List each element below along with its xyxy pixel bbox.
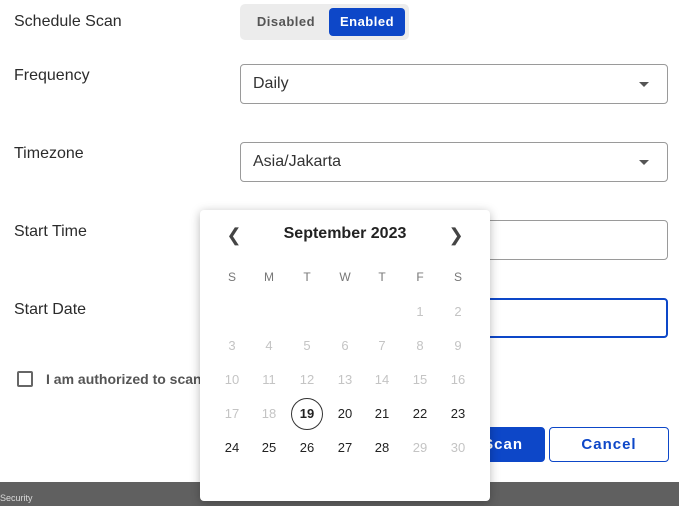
start-date-label: Start Date	[14, 301, 87, 318]
calendar-day: 1	[416, 304, 424, 319]
calendar-day[interactable]: 22	[404, 398, 436, 430]
authorization-text: I am authorized to scan t	[46, 371, 211, 387]
enabled-option[interactable]: Enabled	[329, 8, 405, 36]
calendar-day: 3	[228, 338, 236, 353]
date-picker-popup: ❮ September 2023 ❯ S M T W T F S 1 2 3 4 5 6 7 8 9 10 11 1…	[200, 210, 490, 501]
schedule-toggle[interactable]: Disabled Enabled	[240, 4, 409, 40]
chevron-right-icon[interactable]: ❯	[444, 224, 468, 246]
calendar-day: 30	[450, 440, 466, 455]
frequency-value: Daily	[253, 75, 289, 92]
calendar-day[interactable]: 24	[216, 432, 248, 464]
frequency-select[interactable]: Daily	[240, 64, 668, 104]
calendar-day: 9	[454, 338, 462, 353]
weekday-header: W	[339, 270, 351, 284]
timezone-value: Asia/Jakarta	[253, 153, 342, 170]
calendar-day[interactable]: 25	[253, 432, 285, 464]
calendar-day-today[interactable]: 19	[291, 398, 323, 430]
authorization-checkbox[interactable]	[17, 371, 33, 387]
weekday-header: S	[227, 270, 236, 284]
calendar-day: 29	[412, 440, 428, 455]
calendar-day[interactable]: 26	[291, 432, 323, 464]
weekday-header: T	[303, 270, 311, 284]
calendar-day[interactable]: 21	[366, 398, 398, 430]
start-time-label: Start Time	[14, 223, 87, 240]
dropdown-arrow-icon	[639, 82, 649, 87]
calendar-day[interactable]: 27	[329, 432, 361, 464]
calendar-day: 14	[374, 372, 390, 387]
calendar-day: 15	[412, 372, 428, 387]
calendar-day: 6	[341, 338, 349, 353]
weekday-header: S	[453, 270, 462, 284]
calendar-day: 17	[224, 406, 240, 421]
calendar-day: 11	[262, 372, 276, 387]
calendar-day: 16	[450, 372, 466, 387]
calendar-day: 8	[416, 338, 424, 353]
weekday-header: M	[264, 270, 274, 284]
weekday-header: T	[378, 270, 386, 284]
calendar-day: 12	[299, 372, 315, 387]
footer-text: Security	[0, 493, 33, 503]
calendar-day: 13	[337, 372, 353, 387]
disabled-option[interactable]: Disabled	[244, 8, 328, 36]
calendar-day: 2	[454, 304, 462, 319]
calendar-day: 4	[265, 338, 273, 353]
dropdown-arrow-icon	[639, 160, 649, 165]
weekday-header: F	[416, 270, 424, 284]
calendar-day[interactable]: 23	[442, 398, 474, 430]
timezone-select[interactable]: Asia/Jakarta	[240, 142, 668, 182]
calendar-day[interactable]: 20	[329, 398, 361, 430]
frequency-label: Frequency	[14, 67, 90, 84]
schedule-scan-label: Schedule Scan	[14, 13, 122, 30]
calendar-day: 5	[303, 338, 311, 353]
cancel-button[interactable]: Cancel	[549, 427, 669, 462]
calendar-day: 7	[378, 338, 386, 353]
calendar-day: 10	[224, 372, 240, 387]
calendar-day: 18	[261, 406, 277, 421]
calendar-day[interactable]: 28	[366, 432, 398, 464]
timezone-label: Timezone	[14, 145, 84, 162]
